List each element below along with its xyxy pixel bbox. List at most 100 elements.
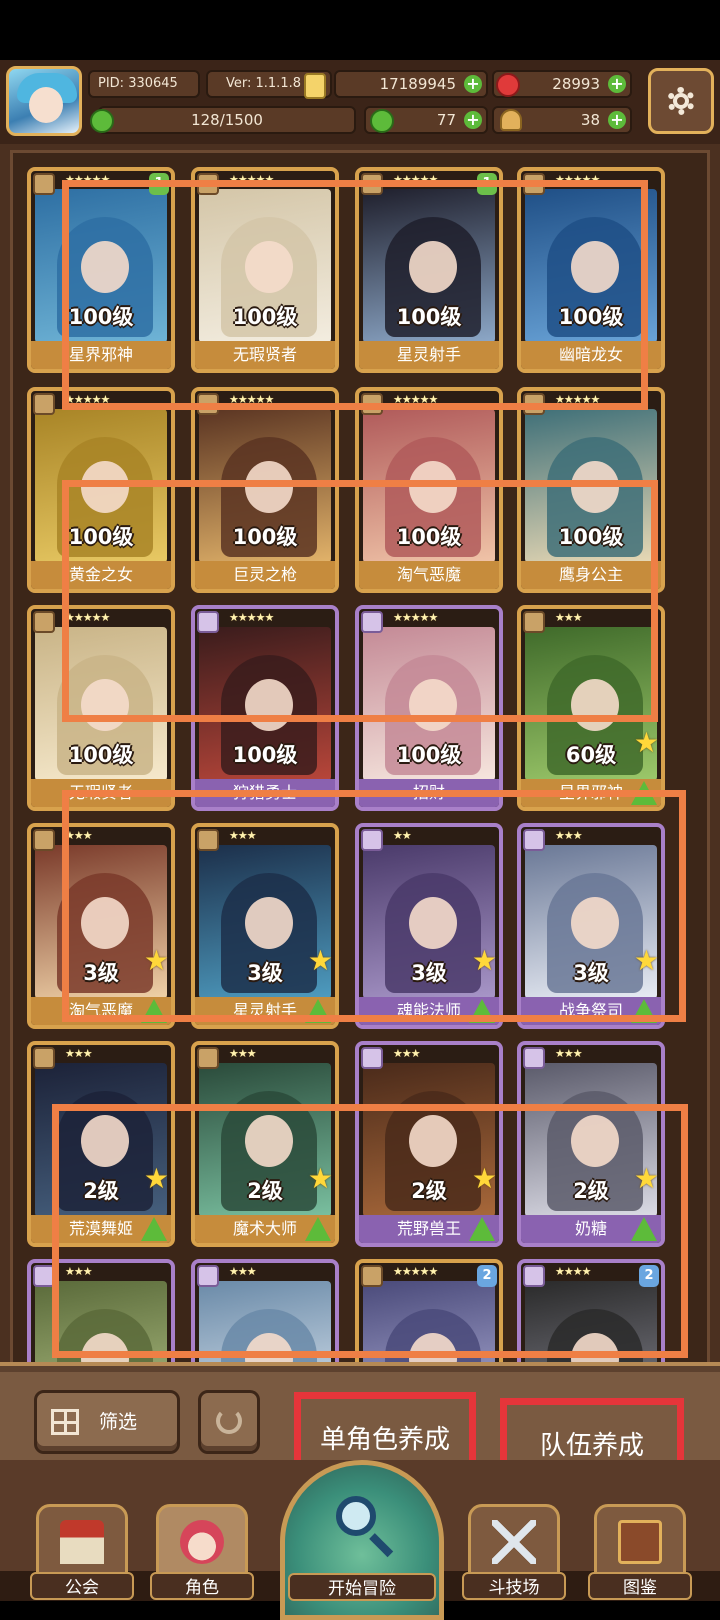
clover-add-button[interactable]: + bbox=[464, 111, 482, 129]
character-level: 100级 bbox=[396, 305, 462, 329]
character-name: 狩猎勇士 bbox=[195, 779, 335, 807]
settings-button[interactable] bbox=[648, 68, 714, 134]
character-level: 100级 bbox=[232, 305, 298, 329]
upgrade-arrow-icon bbox=[141, 1217, 167, 1241]
star-up-icon: ★ bbox=[307, 944, 333, 977]
filter-button[interactable]: 筛选 bbox=[34, 1390, 180, 1454]
character-card[interactable]: ★★★★★ 1 100级 星灵射手 bbox=[355, 167, 503, 373]
tab-arena-label: 斗技场 bbox=[462, 1572, 566, 1600]
character-card[interactable]: ★★★★★ 100级 狩猎勇士 bbox=[191, 605, 339, 811]
character-level: 100级 bbox=[396, 525, 462, 549]
gold-add-button[interactable]: + bbox=[464, 75, 482, 93]
upgrade-arrow-icon bbox=[305, 1217, 331, 1241]
character-card[interactable]: ★★★ 2级 奶糖 ★ bbox=[517, 1041, 665, 1247]
portrait-face bbox=[245, 679, 293, 731]
character-name: 星灵射手 bbox=[359, 341, 499, 369]
tab-arena[interactable]: 斗技场 bbox=[462, 1480, 566, 1600]
tab-guild[interactable]: 公会 bbox=[30, 1480, 134, 1600]
portrait-face bbox=[409, 241, 457, 293]
character-card[interactable]: ★★★ bbox=[27, 1259, 175, 1370]
avatar-face bbox=[29, 87, 63, 123]
star-rating: ★★★★★ bbox=[65, 611, 110, 624]
class-icon bbox=[523, 611, 545, 633]
clover-pill: 77 + bbox=[364, 106, 488, 134]
character-grid[interactable]: ★★★★★ 1 100级 星界邪神 ★★★★★ 100级 无瑕贤者 ★★★★★ 1 100级 星灵射… bbox=[10, 150, 710, 1370]
character-name: 淘气恶魔 bbox=[359, 561, 499, 589]
star-rating: ★★★ bbox=[65, 1047, 93, 1060]
gems-value: 28993 bbox=[552, 75, 600, 93]
character-portrait bbox=[363, 1281, 495, 1370]
pid-text: PID: 330645 bbox=[98, 76, 178, 91]
key-pill: 38 + bbox=[492, 106, 632, 134]
key-add-button[interactable]: + bbox=[608, 111, 626, 129]
player-info-panel: PID: 330645 Ver: 1.1.1.8 17189945 + 2899… bbox=[88, 66, 634, 138]
tab-character[interactable]: 角色 bbox=[150, 1480, 254, 1600]
character-card[interactable]: ★★★★★ 100级淘气恶魔 bbox=[355, 387, 503, 593]
character-card[interactable]: ★★★ 3级 战争祭司 ★ bbox=[517, 823, 665, 1029]
energy-value: 128/1500 bbox=[191, 111, 263, 129]
ruby-icon bbox=[496, 73, 520, 97]
character-card[interactable]: ★★★ 3级 星灵射手 ★ bbox=[191, 823, 339, 1029]
character-card[interactable]: ★★★★ 2 bbox=[517, 1259, 665, 1370]
character-card[interactable]: ★★★★★ 1 100级 星界邪神 bbox=[27, 167, 175, 373]
class-icon bbox=[197, 611, 219, 633]
portrait-face bbox=[245, 461, 293, 513]
character-card[interactable]: ★★★ bbox=[191, 1259, 339, 1370]
character-card[interactable]: ★★★★★ 100级 幽暗龙女 bbox=[517, 167, 665, 373]
upgrade-arrow-icon bbox=[305, 999, 331, 1023]
filter-label: 筛选 bbox=[99, 1411, 138, 1433]
portrait-face bbox=[571, 461, 619, 513]
character-card[interactable]: ★★★ 60级 星界邪神 ★ bbox=[517, 605, 665, 811]
class-icon bbox=[361, 173, 383, 195]
character-level: 100级 bbox=[558, 305, 624, 329]
portrait-face bbox=[245, 897, 293, 949]
character-card[interactable]: ★★★★★ 100级 巨灵之枪 bbox=[191, 387, 339, 593]
character-card[interactable]: ★★★★★ 2 bbox=[355, 1259, 503, 1370]
class-icon bbox=[523, 393, 545, 415]
character-card[interactable]: ★★★ 2级 荒漠舞姬 ★ bbox=[27, 1041, 175, 1247]
guild-building-icon bbox=[60, 1520, 104, 1564]
star-rating: ★★★★★ bbox=[393, 393, 438, 406]
star-rating: ★★★ bbox=[65, 1265, 93, 1278]
star-up-icon: ★ bbox=[471, 944, 497, 977]
character-card[interactable]: ★★★★★ 100级 黄金之女 bbox=[27, 387, 175, 593]
tab-start-adventure[interactable]: 开始冒险 bbox=[280, 1460, 444, 1620]
class-icon bbox=[197, 173, 219, 195]
character-head-icon bbox=[180, 1520, 224, 1564]
character-card[interactable]: ★★★ 2级 魔术大师 ★ bbox=[191, 1041, 339, 1247]
portrait-face bbox=[245, 1115, 293, 1167]
star-rating: ★★★ bbox=[229, 829, 257, 842]
upgrade-arrow-icon bbox=[141, 999, 167, 1023]
tab-adventure-label: 开始冒险 bbox=[288, 1573, 436, 1601]
character-card[interactable]: ★★★★★ 100级 招财 bbox=[355, 605, 503, 811]
player-avatar[interactable] bbox=[6, 66, 82, 136]
star-up-icon: ★ bbox=[471, 1162, 497, 1195]
character-card[interactable]: ★★★★★ 100级 无瑕贤者 bbox=[27, 605, 175, 811]
refresh-button[interactable] bbox=[198, 1390, 260, 1454]
portrait-face bbox=[81, 679, 129, 731]
star-up-icon: ★ bbox=[143, 1162, 169, 1195]
upgrade-arrow-icon bbox=[631, 999, 657, 1023]
character-card[interactable]: ★★ 3级 魂能法师 ★ bbox=[355, 823, 503, 1029]
character-card[interactable]: ★★★★★ 100级 无瑕贤者 bbox=[191, 167, 339, 373]
rank-badge: 2 bbox=[639, 1265, 659, 1287]
character-card[interactable]: ★★★ 3级 淘气恶魔 ★ bbox=[27, 823, 175, 1029]
portrait-face bbox=[81, 897, 129, 949]
gear-icon-core bbox=[673, 93, 689, 109]
gems-pill: 28993 + bbox=[492, 70, 632, 98]
crossed-swords-icon bbox=[492, 1520, 536, 1564]
character-card[interactable]: ★★★★★ 100级 鹰身公主 bbox=[517, 387, 665, 593]
class-icon bbox=[33, 393, 55, 415]
rank-badge: 2 bbox=[477, 1265, 497, 1287]
tab-codex[interactable]: 图鉴 bbox=[588, 1480, 692, 1600]
gems-add-button[interactable]: + bbox=[608, 75, 626, 93]
character-name: 星界邪神 bbox=[31, 341, 171, 369]
character-card[interactable]: ★★★ 2级 荒野兽王 ★ bbox=[355, 1041, 503, 1247]
star-rating: ★★★★★ bbox=[229, 173, 274, 186]
portrait-face bbox=[245, 241, 293, 293]
portrait-face bbox=[571, 897, 619, 949]
energy-pill: 128/1500 bbox=[90, 106, 356, 134]
version-text: Ver: 1.1.1.8 bbox=[226, 76, 301, 91]
star-up-icon: ★ bbox=[143, 944, 169, 977]
class-icon bbox=[33, 173, 55, 195]
